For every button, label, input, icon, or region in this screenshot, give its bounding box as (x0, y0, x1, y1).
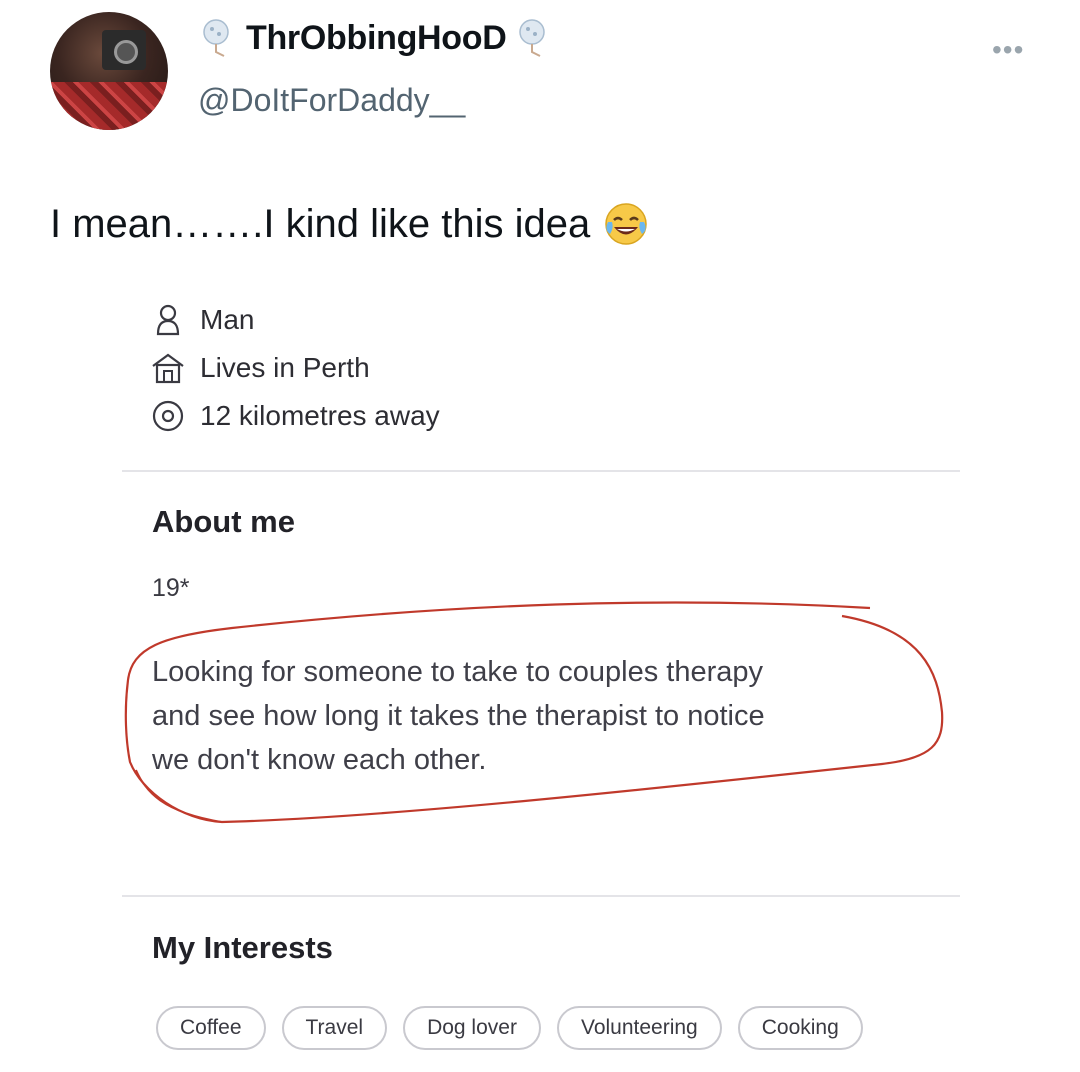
interest-tag[interactable]: Cooking (737, 1006, 863, 1050)
camera-graphic (102, 30, 146, 70)
interest-tag[interactable]: Dog lover (403, 1006, 541, 1050)
detail-location: Lives in Perth (150, 350, 370, 386)
interest-tags: Coffee Travel Dog lover Volunteering Coo… (156, 1006, 863, 1050)
my-interests-title: My Interests (152, 930, 333, 965)
lamp-emoji-icon (516, 18, 552, 58)
age-text: 19* (152, 574, 190, 602)
more-icon[interactable]: ••• (992, 34, 1024, 66)
bio-line: Looking for someone to take to couples t… (152, 656, 763, 688)
detail-label: 12 kilometres away (200, 400, 440, 431)
interest-tag[interactable]: Travel (281, 1006, 388, 1050)
tweet-text-content: I mean…….I kind like this idea (50, 201, 591, 246)
about-me-title: About me (152, 504, 295, 539)
interest-tag[interactable]: Coffee (156, 1006, 266, 1050)
bio-text: Looking for someone to take to couples t… (152, 650, 932, 782)
detail-label: Lives in Perth (200, 352, 370, 383)
avatar-shirt (50, 82, 168, 130)
house-icon (152, 353, 184, 384)
divider (122, 470, 960, 472)
detail-label: Man (200, 304, 255, 335)
user-handle[interactable]: @DoItForDaddy__ (198, 82, 465, 119)
interest-tag[interactable]: Volunteering (556, 1006, 722, 1050)
avatar[interactable] (50, 12, 168, 130)
display-name[interactable]: ThrObbingHooD (246, 19, 507, 58)
person-icon (156, 304, 180, 336)
tweet-text: I mean…….I kind like this idea (50, 200, 650, 248)
detail-distance: 12 kilometres away (150, 398, 440, 434)
location-pin-icon (152, 400, 184, 432)
profile-card: Man Lives in Perth 12 kilometres away Ab… (122, 292, 992, 1072)
face-with-tears-of-joy-icon (602, 200, 650, 248)
bio-line: we don't know each other. (152, 744, 487, 776)
detail-gender: Man (150, 302, 254, 338)
divider (122, 895, 960, 897)
display-name-row: ThrObbingHooD (200, 18, 552, 58)
lamp-emoji-icon (200, 18, 236, 58)
bio-line: and see how long it takes the therapist … (152, 700, 765, 732)
